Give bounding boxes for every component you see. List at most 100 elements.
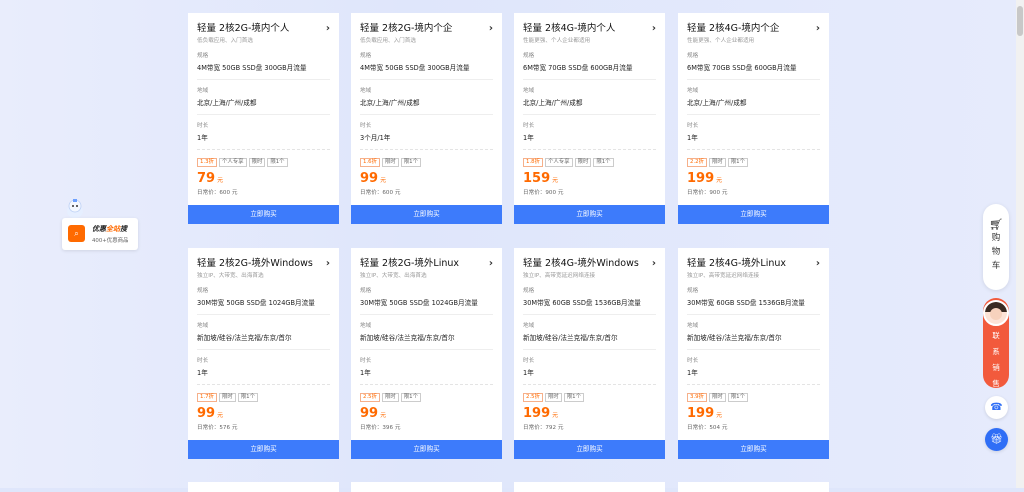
promo-tag: 限1个 xyxy=(593,158,614,167)
product-title[interactable]: 轻量 2核2G-境内个人 xyxy=(197,22,289,36)
spec-value: 6M带宽 70GB SSD盘 600GB月流量 xyxy=(687,64,820,80)
spec-label: 规格 xyxy=(523,288,535,294)
product-card[interactable]: 轻量 2核2G-境外Windows › 独立IP、大带宽、出海首选 规格 30M… xyxy=(188,248,339,459)
duration-value: 1年 xyxy=(523,134,656,150)
region-label: 地域 xyxy=(523,88,535,94)
product-title[interactable]: 轻量 2核4G-境外Windows xyxy=(523,257,639,271)
region-label: 地域 xyxy=(360,88,372,94)
product-title[interactable]: 轻量 2核4G-境外Linux xyxy=(687,257,786,271)
search-promo-subtitle: 400+优惠商品 xyxy=(92,238,129,244)
original-price: 日常价：900 元 xyxy=(687,190,728,196)
product-card[interactable]: 轻量 2核4G-境内个企 › 性能更强、个人企业都适用 规格 6M带宽 70GB… xyxy=(678,13,829,224)
region-label: 地域 xyxy=(687,323,699,329)
spec-label: 规格 xyxy=(197,53,209,59)
buy-now-button[interactable]: 立即购买 xyxy=(514,440,665,459)
chevron-right-icon[interactable]: › xyxy=(816,257,820,271)
price: 99 xyxy=(360,171,379,186)
price-unit: 元 xyxy=(552,412,559,419)
price: 99 xyxy=(197,406,216,421)
cart-label-1: 购 xyxy=(991,233,1001,243)
gift-button[interactable]: 🎁︎ xyxy=(985,428,1008,451)
chevron-right-icon[interactable]: › xyxy=(816,22,820,36)
promo-tag: 限1个 xyxy=(400,393,421,402)
region-value: 新加坡/硅谷/法兰克福/东京/首尔 xyxy=(197,334,330,350)
product-title[interactable]: 轻量 2核4G-境内个人 xyxy=(523,22,615,36)
product-subtitle: 独立IP、大带宽、出海首选 xyxy=(360,273,427,279)
promo-tag: 限1个 xyxy=(727,393,748,402)
buy-now-button[interactable]: 立即购买 xyxy=(188,440,339,459)
page-scrollbar[interactable] xyxy=(1016,0,1024,488)
product-title[interactable]: 轻量 2核2G-境外Windows xyxy=(197,257,313,271)
price-unit: 元 xyxy=(380,177,387,184)
promo-tag: 限时 xyxy=(708,158,726,167)
region-value: 新加坡/硅谷/法兰克福/东京/首尔 xyxy=(360,334,493,350)
cart-label-3: 车 xyxy=(991,261,1001,271)
next-card-stub xyxy=(188,482,339,492)
tag-list: 2.2折 限时 限1个 xyxy=(687,158,820,167)
product-card[interactable]: 轻量 2核4G-境外Linux › 独立IP、高带宽延迟网络连接 规格 30M带… xyxy=(678,248,829,459)
scrollbar-thumb[interactable] xyxy=(1017,6,1023,36)
sales-label-4: 售 xyxy=(992,379,1000,388)
price: 199 xyxy=(687,406,715,421)
chevron-right-icon[interactable]: › xyxy=(652,257,656,271)
region-label: 地域 xyxy=(687,88,699,94)
product-title[interactable]: 轻量 2核2G-境外Linux xyxy=(360,257,459,271)
buy-now-button[interactable]: 立即购买 xyxy=(188,205,339,224)
chevron-right-icon[interactable]: › xyxy=(326,257,330,271)
discount-tag: 3.9折 xyxy=(687,393,707,402)
spec-label: 规格 xyxy=(360,288,372,294)
duration-value: 1年 xyxy=(523,369,656,385)
product-card[interactable]: 轻量 2核2G-境内个企 › 低负载应用、入门首选 规格 4M带宽 50GB S… xyxy=(351,13,502,224)
original-price: 日常价：900 元 xyxy=(523,190,564,196)
product-card[interactable]: 轻量 2核2G-境外Linux › 独立IP、大带宽、出海首选 规格 30M带宽… xyxy=(351,248,502,459)
buy-now-button[interactable]: 立即购买 xyxy=(514,205,665,224)
cart-button[interactable]: 🛒︎ 购 物 车 xyxy=(983,204,1009,290)
product-subtitle: 低负载应用、入门首选 xyxy=(197,38,253,44)
chevron-right-icon[interactable]: › xyxy=(489,257,493,271)
discount-tag: 1.8折 xyxy=(523,158,543,167)
promo-tag: 限时 xyxy=(574,158,592,167)
product-subtitle: 低负载应用、入门首选 xyxy=(360,38,416,44)
promo-tag: 限1个 xyxy=(563,393,584,402)
promo-tag: 限时 xyxy=(381,158,399,167)
contact-sales-button[interactable]: 联 系 销 售 xyxy=(983,298,1009,388)
product-card[interactable]: 轻量 2核4G-境内个人 › 性能更强、个人企业都适用 规格 6M带宽 70GB… xyxy=(514,13,665,224)
promo-tag: 个人专享 xyxy=(218,158,247,167)
duration-label: 时长 xyxy=(360,123,372,129)
customer-service-button[interactable]: ☎ xyxy=(985,396,1008,419)
chevron-right-icon[interactable]: › xyxy=(489,22,493,36)
product-title[interactable]: 轻量 2核2G-境内个企 xyxy=(360,22,452,36)
search-promo-box[interactable]: ⌕ 优惠全站搜 400+优惠商品 xyxy=(62,218,138,250)
product-card[interactable]: 轻量 2核2G-境内个人 › 低负载应用、入门首选 规格 4M带宽 50GB S… xyxy=(188,13,339,224)
tag-list: 1.6折 限时 限1个 xyxy=(360,158,493,167)
product-card[interactable]: 轻量 2核4G-境外Windows › 独立IP、高带宽延迟网络连接 规格 30… xyxy=(514,248,665,459)
cart-icon: 🛒︎ xyxy=(989,218,1003,231)
price-unit: 元 xyxy=(716,412,723,419)
duration-label: 时长 xyxy=(360,358,372,364)
price-line: 99 元 xyxy=(360,406,493,421)
original-price: 日常价：576 元 xyxy=(197,425,238,431)
buy-now-button[interactable]: 立即购买 xyxy=(351,440,502,459)
tag-list: 2.5折 限时 限1个 xyxy=(360,393,493,402)
spec-value: 4M带宽 50GB SSD盘 300GB月流量 xyxy=(360,64,493,80)
duration-value: 1年 xyxy=(197,134,330,150)
region-label: 地域 xyxy=(523,323,535,329)
site-search-float[interactable]: ⌕ 优惠全站搜 400+优惠商品 xyxy=(62,198,138,250)
buy-now-button[interactable]: 立即购买 xyxy=(351,205,502,224)
chevron-right-icon[interactable]: › xyxy=(326,22,330,36)
buy-now-button[interactable]: 立即购买 xyxy=(678,205,829,224)
spec-value: 30M带宽 50GB SSD盘 1024GB月流量 xyxy=(360,299,493,315)
discount-tag: 2.2折 xyxy=(687,158,707,167)
price-unit: 元 xyxy=(552,177,559,184)
product-title[interactable]: 轻量 2核4G-境内个企 xyxy=(687,22,779,36)
duration-value: 1年 xyxy=(687,369,820,385)
price-line: 159 元 xyxy=(523,171,656,186)
chevron-right-icon[interactable]: › xyxy=(652,22,656,36)
next-card-stub xyxy=(678,482,829,492)
gift-icon: 🎁︎ xyxy=(990,434,1003,445)
original-price: 日常价：600 元 xyxy=(197,190,238,196)
mascot-icon xyxy=(67,199,83,218)
buy-now-button[interactable]: 立即购买 xyxy=(678,440,829,459)
price: 199 xyxy=(523,406,551,421)
promo-tag: 限时 xyxy=(544,393,562,402)
